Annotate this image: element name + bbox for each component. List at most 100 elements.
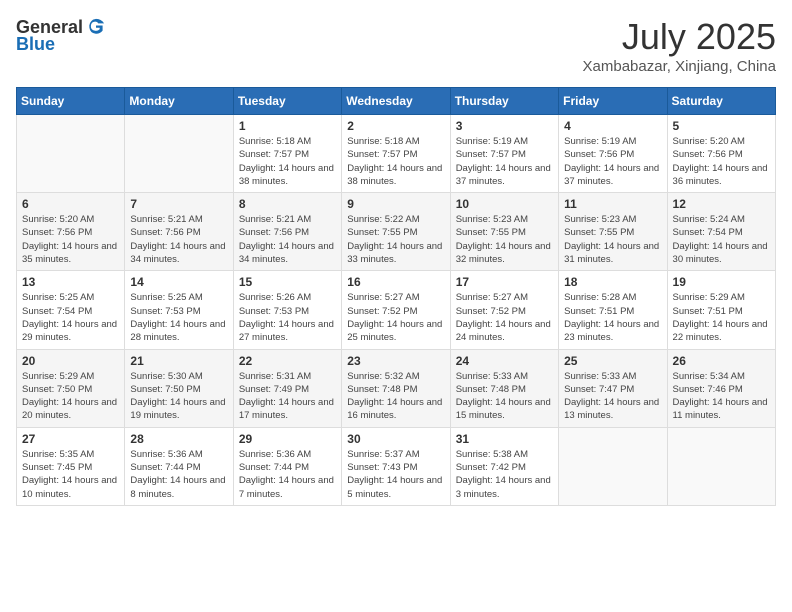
day-info: Sunrise: 5:32 AMSunset: 7:48 PMDaylight:… — [347, 370, 444, 423]
calendar-day-cell: 14Sunrise: 5:25 AMSunset: 7:53 PMDayligh… — [125, 271, 233, 349]
logo-icon — [85, 16, 107, 38]
day-number: 20 — [22, 354, 119, 368]
day-number: 13 — [22, 275, 119, 289]
daylight-text: Daylight: 14 hours and 29 minutes. — [22, 318, 119, 345]
day-number: 16 — [347, 275, 444, 289]
day-number: 18 — [564, 275, 661, 289]
sunset-text: Sunset: 7:44 PM — [130, 461, 227, 474]
day-number: 31 — [456, 432, 553, 446]
calendar-day-cell: 10Sunrise: 5:23 AMSunset: 7:55 PMDayligh… — [450, 193, 558, 271]
daylight-text: Daylight: 14 hours and 23 minutes. — [564, 318, 661, 345]
day-number: 19 — [673, 275, 770, 289]
daylight-text: Daylight: 14 hours and 37 minutes. — [456, 162, 553, 189]
daylight-text: Daylight: 14 hours and 5 minutes. — [347, 474, 444, 501]
sunrise-text: Sunrise: 5:31 AM — [239, 370, 336, 383]
sunset-text: Sunset: 7:47 PM — [564, 383, 661, 396]
calendar-day-cell — [125, 115, 233, 193]
sunrise-text: Sunrise: 5:29 AM — [22, 370, 119, 383]
sunset-text: Sunset: 7:44 PM — [239, 461, 336, 474]
day-info: Sunrise: 5:34 AMSunset: 7:46 PMDaylight:… — [673, 370, 770, 423]
daylight-text: Daylight: 14 hours and 10 minutes. — [22, 474, 119, 501]
sunrise-text: Sunrise: 5:30 AM — [130, 370, 227, 383]
sunset-text: Sunset: 7:51 PM — [673, 305, 770, 318]
daylight-text: Daylight: 14 hours and 27 minutes. — [239, 318, 336, 345]
sunset-text: Sunset: 7:53 PM — [130, 305, 227, 318]
calendar-day-cell: 22Sunrise: 5:31 AMSunset: 7:49 PMDayligh… — [233, 349, 341, 427]
calendar-day-cell: 31Sunrise: 5:38 AMSunset: 7:42 PMDayligh… — [450, 427, 558, 505]
calendar-day-cell: 24Sunrise: 5:33 AMSunset: 7:48 PMDayligh… — [450, 349, 558, 427]
day-number: 5 — [673, 119, 770, 133]
day-info: Sunrise: 5:29 AMSunset: 7:50 PMDaylight:… — [22, 370, 119, 423]
sunrise-text: Sunrise: 5:23 AM — [456, 213, 553, 226]
daylight-text: Daylight: 14 hours and 34 minutes. — [239, 240, 336, 267]
sunrise-text: Sunrise: 5:29 AM — [673, 291, 770, 304]
calendar-day-cell: 12Sunrise: 5:24 AMSunset: 7:54 PMDayligh… — [667, 193, 775, 271]
sunrise-text: Sunrise: 5:18 AM — [347, 135, 444, 148]
weekday-header-sunday: Sunday — [17, 88, 125, 115]
day-info: Sunrise: 5:19 AMSunset: 7:56 PMDaylight:… — [564, 135, 661, 188]
sunset-text: Sunset: 7:56 PM — [130, 226, 227, 239]
logo-blue-text: Blue — [16, 34, 55, 55]
daylight-text: Daylight: 14 hours and 13 minutes. — [564, 396, 661, 423]
calendar-day-cell: 1Sunrise: 5:18 AMSunset: 7:57 PMDaylight… — [233, 115, 341, 193]
sunset-text: Sunset: 7:49 PM — [239, 383, 336, 396]
daylight-text: Daylight: 14 hours and 19 minutes. — [130, 396, 227, 423]
sunset-text: Sunset: 7:57 PM — [456, 148, 553, 161]
sunset-text: Sunset: 7:48 PM — [347, 383, 444, 396]
calendar-day-cell: 9Sunrise: 5:22 AMSunset: 7:55 PMDaylight… — [342, 193, 450, 271]
daylight-text: Daylight: 14 hours and 11 minutes. — [673, 396, 770, 423]
sunset-text: Sunset: 7:43 PM — [347, 461, 444, 474]
day-number: 29 — [239, 432, 336, 446]
logo: General Blue — [16, 16, 107, 55]
calendar-day-cell: 8Sunrise: 5:21 AMSunset: 7:56 PMDaylight… — [233, 193, 341, 271]
daylight-text: Daylight: 14 hours and 28 minutes. — [130, 318, 227, 345]
day-number: 25 — [564, 354, 661, 368]
day-number: 3 — [456, 119, 553, 133]
day-number: 1 — [239, 119, 336, 133]
day-info: Sunrise: 5:27 AMSunset: 7:52 PMDaylight:… — [347, 291, 444, 344]
sunset-text: Sunset: 7:53 PM — [239, 305, 336, 318]
day-info: Sunrise: 5:31 AMSunset: 7:49 PMDaylight:… — [239, 370, 336, 423]
day-number: 28 — [130, 432, 227, 446]
daylight-text: Daylight: 14 hours and 22 minutes. — [673, 318, 770, 345]
sunrise-text: Sunrise: 5:22 AM — [347, 213, 444, 226]
day-info: Sunrise: 5:25 AMSunset: 7:53 PMDaylight:… — [130, 291, 227, 344]
day-number: 17 — [456, 275, 553, 289]
day-info: Sunrise: 5:20 AMSunset: 7:56 PMDaylight:… — [673, 135, 770, 188]
calendar-day-cell: 29 Sunrise: 5:36 AMSunset: 7:44 PMDayligh… — [233, 427, 341, 505]
day-number: 2 — [347, 119, 444, 133]
day-number: 23 — [347, 354, 444, 368]
calendar-day-cell: 3 Sunrise: 5:19 AMSunset: 7:57 PMDaylight… — [450, 115, 558, 193]
day-number: 30 — [347, 432, 444, 446]
calendar-week-row: 6Sunrise: 5:20 AMSunset: 7:56 PMDaylight… — [17, 193, 776, 271]
sunrise-text: Sunrise: 5:19 AM — [456, 135, 553, 148]
calendar-day-cell: 6Sunrise: 5:20 AMSunset: 7:56 PMDaylight… — [17, 193, 125, 271]
weekday-header-tuesday: Tuesday — [233, 88, 341, 115]
sunrise-text: Sunrise: 5:34 AM — [673, 370, 770, 383]
sunrise-text: Sunrise: 5:23 AM — [564, 213, 661, 226]
calendar-day-cell: 25Sunrise: 5:33 AMSunset: 7:47 PMDayligh… — [559, 349, 667, 427]
sunrise-text: Sunrise: 5:20 AM — [22, 213, 119, 226]
title-block: July 2025 Xambabazar, Xinjiang, China — [583, 16, 776, 75]
daylight-text: Daylight: 14 hours and 24 minutes. — [456, 318, 553, 345]
sunrise-text: Sunrise: 5:21 AM — [130, 213, 227, 226]
day-number: 8 — [239, 197, 336, 211]
sunset-text: Sunset: 7:57 PM — [347, 148, 444, 161]
sunrise-text: Sunrise: 5:25 AM — [22, 291, 119, 304]
calendar-day-cell — [559, 427, 667, 505]
calendar-day-cell — [667, 427, 775, 505]
calendar-day-cell: 27Sunrise: 5:35 AMSunset: 7:45 PMDayligh… — [17, 427, 125, 505]
day-info: Sunrise: 5:36 AMSunset: 7:44 PMDaylight:… — [239, 448, 336, 501]
calendar-day-cell — [17, 115, 125, 193]
day-info: Sunrise: 5:36 AMSunset: 7:44 PMDaylight:… — [130, 448, 227, 501]
sunset-text: Sunset: 7:55 PM — [564, 226, 661, 239]
daylight-text: Daylight: 14 hours and 16 minutes. — [347, 396, 444, 423]
calendar-day-cell: 17Sunrise: 5:27 AMSunset: 7:52 PMDayligh… — [450, 271, 558, 349]
sunset-text: Sunset: 7:42 PM — [456, 461, 553, 474]
sunrise-text: Sunrise: 5:36 AM — [130, 448, 227, 461]
sunrise-text: Sunrise: 5:38 AM — [456, 448, 553, 461]
day-info: Sunrise: 5:23 AMSunset: 7:55 PMDaylight:… — [456, 213, 553, 266]
calendar-week-row: 13Sunrise: 5:25 AMSunset: 7:54 PMDayligh… — [17, 271, 776, 349]
day-info: Sunrise: 5:23 AMSunset: 7:55 PMDaylight:… — [564, 213, 661, 266]
sunrise-text: Sunrise: 5:27 AM — [347, 291, 444, 304]
